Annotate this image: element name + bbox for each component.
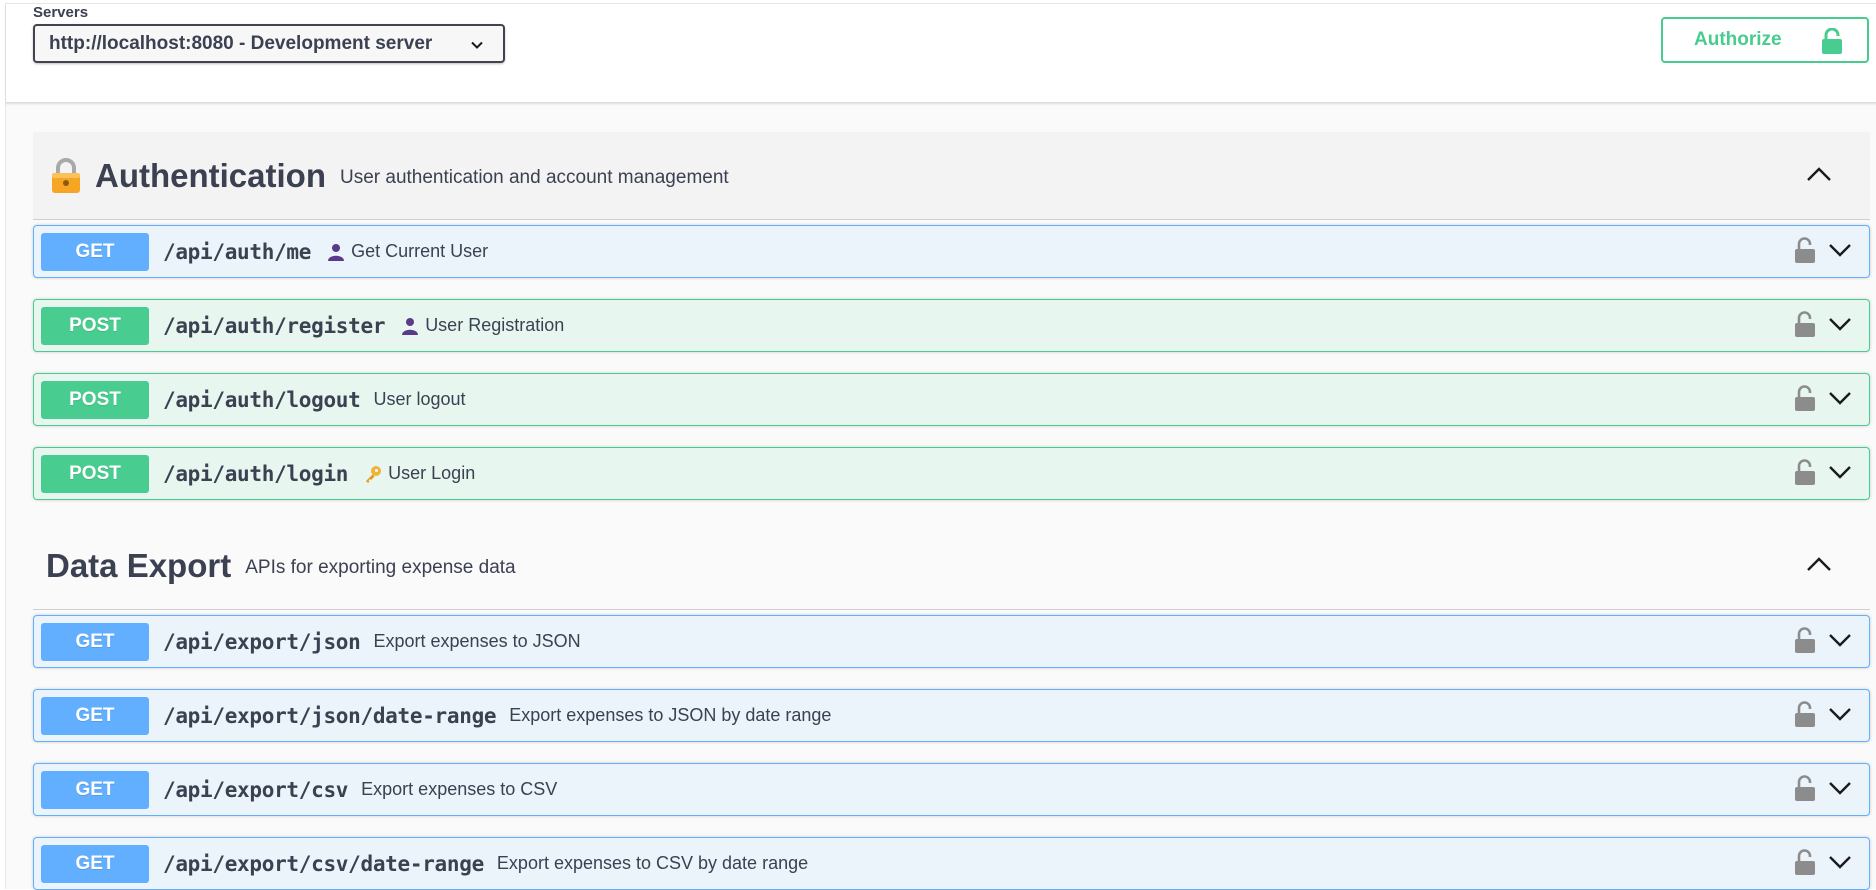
chevron-down-icon[interactable]: [1828, 854, 1852, 870]
operation-summary: Export expenses to JSON: [373, 631, 581, 651]
unlocked-icon[interactable]: [1795, 311, 1815, 337]
operation-summary: Get Current User: [351, 241, 489, 261]
operation-post-auth-register[interactable]: POST /api/auth/register User Registratio…: [33, 299, 1870, 352]
unlocked-icon[interactable]: [1795, 627, 1815, 653]
authorize-button[interactable]: Authorize: [1661, 17, 1869, 63]
method-badge: GET: [41, 696, 149, 735]
method-badge: GET: [41, 770, 149, 809]
operation-summary: User logout: [373, 389, 466, 409]
tag-name: Data Export: [46, 546, 232, 584]
unlocked-icon: [1822, 28, 1842, 54]
chevron-down-icon[interactable]: [1828, 780, 1852, 796]
scheme-container: Servers http://localhost:8080 - Developm…: [6, 4, 1876, 103]
method-badge: POST: [41, 454, 149, 493]
method-badge: GET: [41, 232, 149, 271]
operation-path: /api/export/csv: [163, 777, 349, 802]
chevron-down-icon: [471, 41, 483, 49]
chevron-down-icon[interactable]: [1828, 316, 1852, 332]
operation-post-auth-login[interactable]: POST /api/auth/login User Login: [33, 447, 1870, 500]
user-icon: [402, 317, 419, 335]
operation-path: /api/export/json/date-range: [163, 703, 497, 728]
chevron-down-icon[interactable]: [1828, 632, 1852, 648]
tag-authentication[interactable]: Authentication User authentication and a…: [33, 132, 1870, 220]
operation-summary: User Login: [388, 463, 476, 483]
tag-name: Authentication: [95, 156, 326, 194]
servers-select[interactable]: http://localhost:8080 - Development serv…: [33, 24, 505, 63]
servers-selected-value: http://localhost:8080 - Development serv…: [49, 32, 433, 54]
operation-get-export-csv[interactable]: GET /api/export/csv Export expenses to C…: [33, 763, 1870, 816]
operation-path: /api/export/json: [163, 629, 361, 654]
operation-get-export-json[interactable]: GET /api/export/json Export expenses to …: [33, 615, 1870, 668]
servers-label: Servers: [33, 4, 89, 21]
operation-summary: Export expenses to JSON by date range: [509, 705, 832, 725]
tag-description: APIs for exporting expense data: [245, 556, 516, 578]
key-icon: [366, 465, 382, 483]
operation-get-export-json-date-range[interactable]: GET /api/export/json/date-range Export e…: [33, 689, 1870, 742]
unlocked-icon[interactable]: [1795, 701, 1815, 727]
user-icon: [328, 243, 345, 261]
operation-get-auth-me[interactable]: GET /api/auth/me Get Current User: [33, 225, 1870, 278]
unlocked-icon[interactable]: [1795, 459, 1815, 485]
lock-emoji-icon: [52, 157, 80, 193]
operation-path: /api/auth/register: [163, 313, 386, 338]
operation-get-export-csv-date-range[interactable]: GET /api/export/csv/date-range Export ex…: [33, 837, 1870, 890]
chevron-up-icon[interactable]: [1806, 555, 1832, 573]
operation-path: /api/auth/logout: [163, 387, 361, 412]
chevron-down-icon[interactable]: [1828, 390, 1852, 406]
method-badge: GET: [41, 622, 149, 661]
tag-data-export[interactable]: Data Export APIs for exporting expense d…: [33, 522, 1870, 610]
swagger-page: Servers http://localhost:8080 - Developm…: [5, 3, 1876, 890]
operation-post-auth-logout[interactable]: POST /api/auth/logout User logout: [33, 373, 1870, 426]
chevron-down-icon[interactable]: [1828, 242, 1852, 258]
chevron-down-icon[interactable]: [1828, 464, 1852, 480]
method-badge: POST: [41, 306, 149, 345]
operation-path: /api/export/csv/date-range: [163, 851, 484, 876]
unlocked-icon[interactable]: [1795, 849, 1815, 875]
unlocked-icon[interactable]: [1795, 385, 1815, 411]
method-badge: GET: [41, 844, 149, 883]
authorize-label: Authorize: [1694, 29, 1782, 50]
operation-path: /api/auth/me: [163, 239, 312, 264]
chevron-down-icon[interactable]: [1828, 706, 1852, 722]
method-badge: POST: [41, 380, 149, 419]
chevron-up-icon[interactable]: [1806, 165, 1832, 183]
operation-path: /api/auth/login: [163, 461, 349, 486]
unlocked-icon[interactable]: [1795, 237, 1815, 263]
unlocked-icon[interactable]: [1795, 775, 1815, 801]
operation-summary: Export expenses to CSV by date range: [496, 853, 809, 873]
operation-summary: User Registration: [425, 315, 565, 335]
tag-description: User authentication and account manageme…: [339, 166, 729, 188]
operation-summary: Export expenses to CSV: [361, 779, 558, 799]
